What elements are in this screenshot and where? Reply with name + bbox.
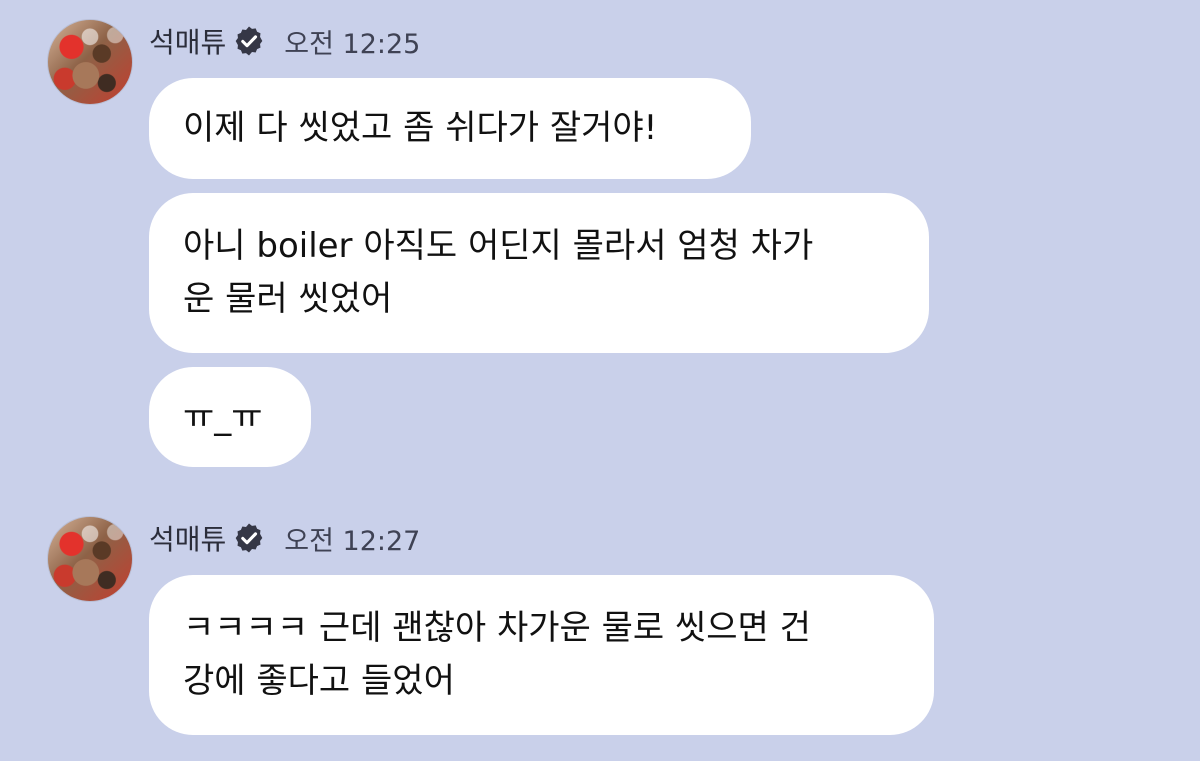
message-text: ㅠ_ㅠ bbox=[183, 396, 263, 437]
message-header: 석매튜 오전 12:27 bbox=[149, 517, 420, 559]
avatar[interactable] bbox=[47, 19, 133, 105]
message-bubble[interactable]: ㅠ_ㅠ bbox=[149, 367, 311, 467]
avatar[interactable] bbox=[47, 516, 133, 602]
message-header: 석매튜 오전 12:25 bbox=[149, 20, 420, 62]
verified-badge-icon bbox=[235, 26, 263, 56]
message-text: ㅋㅋㅋㅋ 근데 괜찮아 차가운 물로 씻으면 건 강에 좋다고 들었어 bbox=[183, 608, 811, 701]
verified-badge-icon bbox=[235, 523, 263, 553]
message-bubble[interactable]: 이제 다 씻었고 좀 쉬다가 잘거야! bbox=[149, 78, 751, 179]
message-time: 오전 12:27 bbox=[284, 525, 421, 557]
message-bubble[interactable]: 아니 boiler 아직도 어딘지 몰라서 엄청 차가 운 물러 씻었어 bbox=[149, 193, 929, 353]
message-time: 오전 12:25 bbox=[284, 28, 421, 60]
message-bubble[interactable]: ㅋㅋㅋㅋ 근데 괜찮아 차가운 물로 씻으면 건 강에 좋다고 들었어 bbox=[149, 575, 934, 735]
sender-name[interactable]: 석매튜 bbox=[149, 21, 226, 61]
message-text: 이제 다 씻었고 좀 쉬다가 잘거야! bbox=[183, 108, 658, 148]
sender-name[interactable]: 석매튜 bbox=[149, 518, 226, 558]
message-text: 아니 boiler 아직도 어딘지 몰라서 엄청 차가 운 물러 씻었어 bbox=[183, 226, 814, 319]
